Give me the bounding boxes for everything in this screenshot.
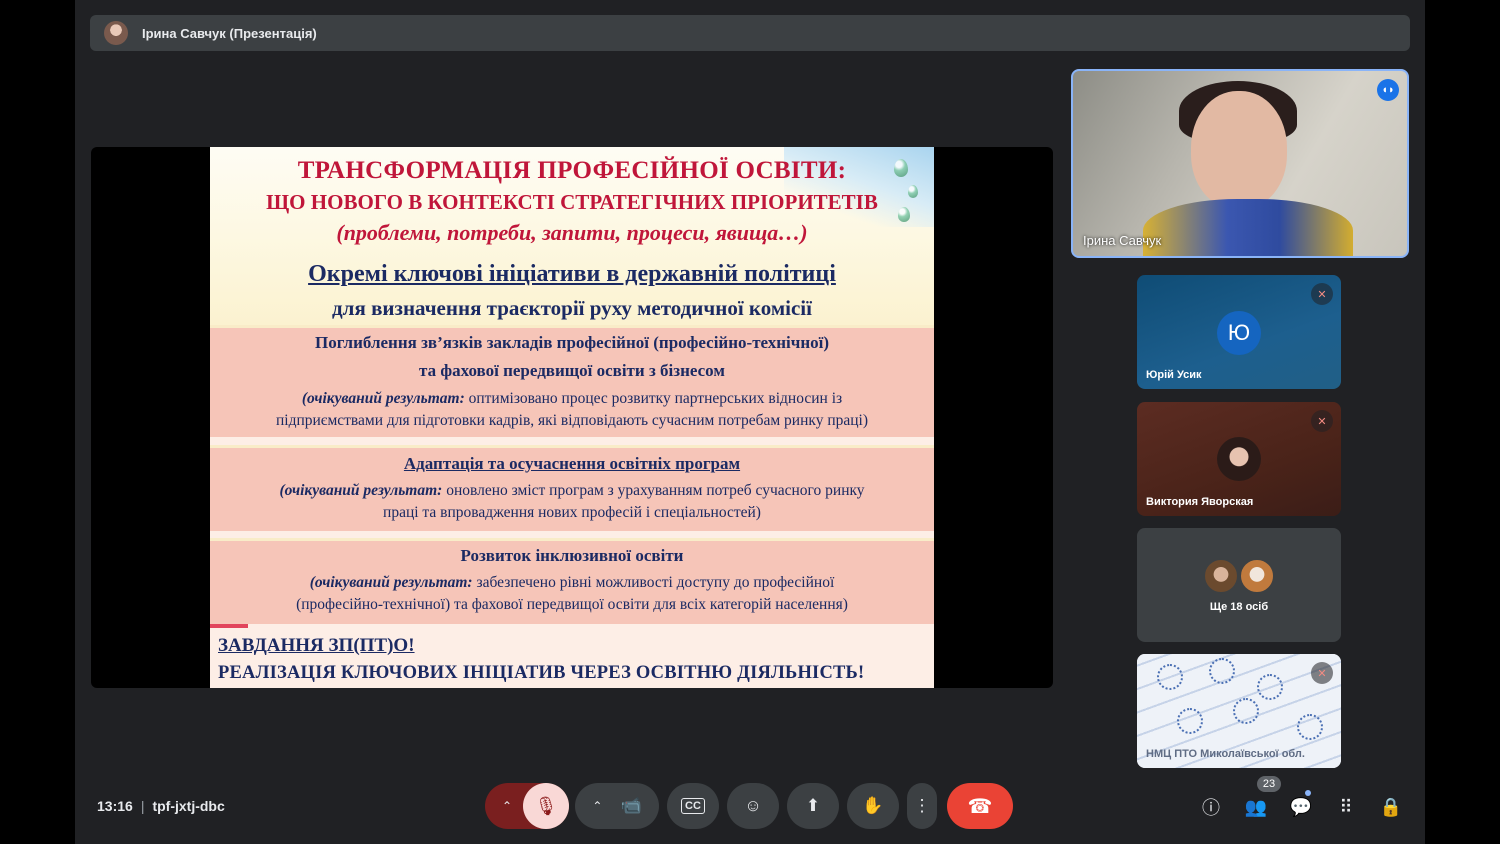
participant-video-face	[1191, 91, 1287, 209]
participant-avatar	[1217, 437, 1261, 481]
presentation-bar: Ірина Савчук (Презентація)	[90, 15, 1410, 51]
band2-label: (очікуваний результат:	[279, 482, 443, 499]
people-button[interactable]: 👥	[1242, 793, 1270, 821]
participant-tile-1[interactable]: ✕ Ю Юрій Усик	[1137, 275, 1341, 389]
meeting-details: 13:16 | tpf-jxtj-dbc	[97, 798, 225, 814]
band3-text-1: (очікуваний результат: забезпечено рівні…	[210, 574, 934, 592]
band2-heading: Адаптація та осучаснення освітніх програ…	[403, 454, 741, 473]
participant-avatar	[1203, 558, 1239, 594]
participant-name: Виктория Яворская	[1146, 496, 1254, 508]
band1-label: (очікуваний результат:	[301, 390, 465, 407]
people-icon: 👥	[1244, 796, 1268, 817]
participant-name: Ірина Савчук	[1083, 233, 1162, 248]
logo-pattern-icon	[1209, 658, 1235, 684]
more-vert-icon: ⋮	[913, 796, 931, 815]
bottom-toolbar: 13:16 | tpf-jxtj-dbc ⌃ 🎙 ⌃ 📹 CC ☺ ⬆ ✋ ⋮ ☎ ⓘ…	[75, 770, 1425, 844]
band3-text-1-rest: забезпечено рівні можливості доступу до …	[472, 574, 835, 591]
slide-accent-line	[210, 624, 248, 628]
slide-title-2: ЩО НОВОГО В КОНТЕКСТІ СТРАТЕГІЧНИХ ПРІОР…	[266, 190, 878, 214]
chat-notification-dot	[1305, 790, 1311, 796]
end-call-icon: ☎	[967, 795, 993, 818]
participant-name: НМЦ ПТО Миколаївської обл.	[1146, 748, 1305, 760]
presentation-slide: ТРАНСФОРМАЦІЯ ПРОФЕСІЙНОЇ ОСВІТИ: ЩО НОВ…	[210, 147, 934, 688]
mic-off-icon: 🎙	[534, 795, 558, 816]
more-options-button[interactable]: ⋮	[907, 783, 937, 829]
slide-title-4: Окремі ключові ініціативи в державній по…	[308, 261, 836, 287]
meeting-time: 13:16	[97, 798, 133, 814]
slide-band-2: Адаптація та осучаснення освітніх програ…	[210, 445, 934, 531]
slide-title-3: (проблеми, потреби, запити, процеси, яви…	[336, 220, 808, 245]
logo-pattern-icon	[1257, 674, 1283, 700]
meta-separator: |	[140, 798, 145, 814]
slide-task-text: РЕАЛІЗАЦІЯ КЛЮЧОВИХ ІНІЦІАТИВ ЧЕРЕЗ ОСВІ…	[218, 663, 865, 683]
mic-off-icon: ✕	[1311, 662, 1333, 684]
camera-icon: 📹	[620, 796, 642, 815]
meeting-code: tpf-jxtj-dbc	[152, 798, 225, 814]
activities-grid-icon: ⠿	[1339, 796, 1353, 817]
band2-text-2: праці та впровадження нових професій і с…	[383, 504, 761, 521]
meeting-details-button[interactable]: ⓘ	[1197, 793, 1225, 821]
slide-title-1: ТРАНСФОРМАЦІЯ ПРОФЕСІЙНОЇ ОСВІТИ:	[297, 157, 847, 184]
activities-button[interactable]: ⠿	[1332, 793, 1360, 821]
slide-task-heading: ЗАВДАННЯ ЗП(ПТ)О!	[218, 635, 415, 656]
presentation-title: Ірина Савчук (Презентація)	[142, 25, 317, 41]
participant-tile-4[interactable]: ✕ НМЦ ПТО Миколаївської обл.	[1137, 654, 1341, 768]
band1-heading-1: Поглиблення зв’язків закладів професійно…	[314, 333, 830, 352]
slide-band-3: Розвиток інклюзивної освіти (очікуваний …	[210, 538, 934, 624]
presenter-avatar	[104, 21, 128, 45]
host-controls-button[interactable]: 🔒	[1377, 793, 1405, 821]
band1-text-1: (очікуваний результат: оптимізовано проц…	[210, 390, 934, 408]
captions-button[interactable]: CC	[667, 783, 719, 829]
band3-text-2: (професійно-технічної) та фахової передв…	[296, 596, 848, 613]
band2-text-1: (очікуваний результат: оновлено зміст пр…	[210, 482, 934, 500]
chat-button[interactable]: 💬	[1287, 793, 1315, 821]
info-icon: ⓘ	[1202, 798, 1220, 818]
participant-tile-main[interactable]: ◖◗ Ірина Савчук	[1071, 69, 1409, 258]
more-participants-label: Ще 18 осіб	[1209, 601, 1269, 613]
emoji-icon: ☺	[744, 796, 762, 815]
raise-hand-button[interactable]: ✋	[847, 783, 899, 829]
logo-pattern-icon	[1157, 664, 1183, 690]
chevron-up-icon: ⌃	[592, 799, 603, 813]
camera-toggle-button[interactable]: ⌃ 📹	[575, 783, 659, 829]
participant-video-body	[1143, 199, 1353, 256]
mic-off-icon: ✕	[1311, 410, 1333, 432]
logo-pattern-icon	[1177, 708, 1203, 734]
meet-window: Ірина Савчук (Презентація) ТРАНСФОРМАЦІЯ…	[75, 0, 1425, 844]
participant-tile-2[interactable]: ✕ Виктория Яворская	[1137, 402, 1341, 516]
captions-icon: CC	[681, 798, 705, 814]
band2-text-1-rest: оновлено зміст програм з урахуванням пот…	[442, 482, 865, 499]
logo-pattern-icon	[1233, 698, 1259, 724]
microphone-toggle-button[interactable]: 🎙	[523, 783, 569, 829]
mic-off-icon: ✕	[1311, 283, 1333, 305]
speaking-indicator-icon: ◖◗	[1377, 79, 1399, 101]
participant-tile-others[interactable]: Ще 18 осіб	[1137, 528, 1341, 642]
participant-name: Юрій Усик	[1146, 369, 1202, 381]
participant-avatar	[1239, 558, 1275, 594]
chat-icon: 💬	[1289, 796, 1313, 817]
present-screen-icon: ⬆	[805, 796, 821, 815]
band1-text-2: підприємствами для підготовки кадрів, як…	[275, 412, 869, 429]
logo-pattern-icon	[1297, 714, 1323, 740]
band1-heading-2: та фахової передвищої освіти з бізнесом	[419, 361, 725, 380]
chevron-up-icon: ⌃	[501, 799, 513, 813]
present-now-button[interactable]: ⬆	[787, 783, 839, 829]
participant-initial-avatar: Ю	[1217, 311, 1261, 355]
band3-heading: Розвиток інклюзивної освіти	[460, 546, 684, 565]
participant-count-badge: 23	[1257, 776, 1281, 792]
leave-call-button[interactable]: ☎	[947, 783, 1013, 829]
slide-title-5: для визначення траєкторії руху методично…	[332, 296, 812, 320]
presentation-stage[interactable]: ТРАНСФОРМАЦІЯ ПРОФЕСІЙНОЇ ОСВІТИ: ЩО НОВ…	[91, 147, 1053, 688]
band1-text-1-rest: оптимізовано процес розвитку партнерськи…	[464, 390, 843, 407]
hand-icon: ✋	[862, 796, 884, 815]
band3-label: (очікуваний результат:	[309, 574, 473, 591]
reactions-button[interactable]: ☺	[727, 783, 779, 829]
lock-icon: 🔒	[1379, 796, 1403, 817]
slide-band-1: Поглиблення зв’язків закладів професійно…	[210, 325, 934, 437]
